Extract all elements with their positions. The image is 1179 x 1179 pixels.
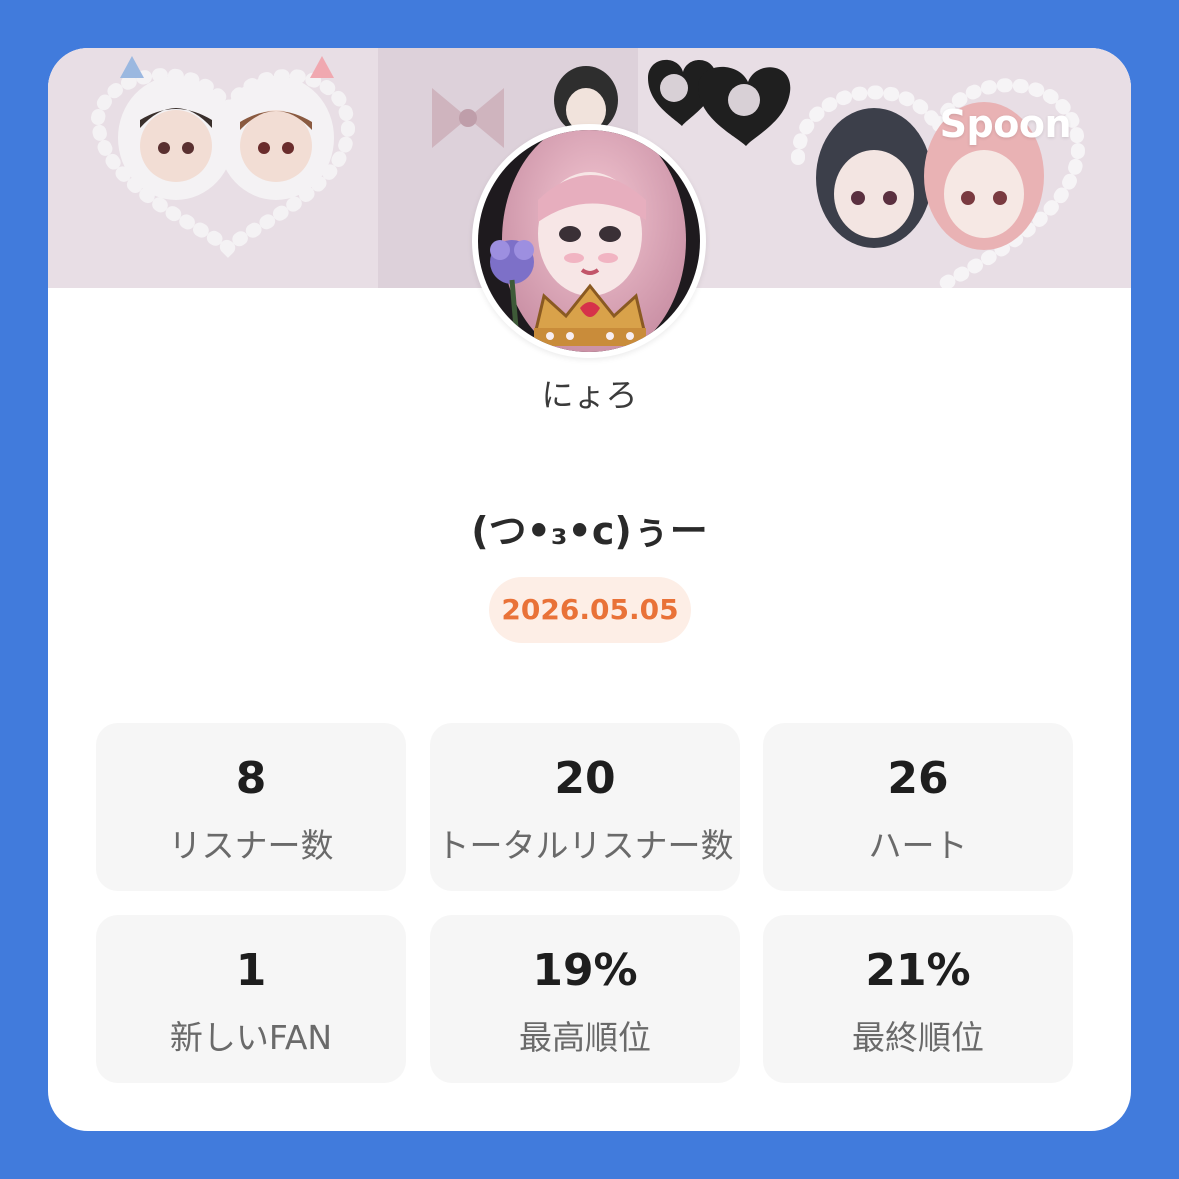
avatar[interactable] (472, 124, 706, 358)
stat-value: 19% (532, 945, 638, 996)
stat-label: 新しいFAN (169, 1018, 333, 1057)
stat-value: 21% (865, 945, 971, 996)
stat-label: リスナー数 (168, 826, 334, 865)
live-summary-card: Spoon にょろ (つ•₃•c)ぅー 2026.05.05 8 リスナー数 2… (48, 48, 1131, 1131)
stat-value: 1 (235, 945, 267, 996)
date-badge: 2026.05.05 (489, 577, 691, 643)
stat-hearts: 26 ハート (763, 723, 1073, 891)
stat-label: 最終順位 (852, 1018, 984, 1057)
live-title: (つ•₃•c)ぅー (471, 509, 708, 553)
avatar-image (478, 130, 700, 352)
username: にょろ (541, 376, 638, 414)
stat-label: ハート (868, 826, 968, 865)
stat-listeners: 8 リスナー数 (96, 723, 406, 891)
stat-label: 最高順位 (519, 1018, 651, 1057)
stat-new-fans: 1 新しいFAN (96, 915, 406, 1083)
stat-value: 20 (554, 753, 616, 804)
spoon-logo: Spoon (939, 102, 1072, 146)
stat-total-listeners: 20 トータルリスナー数 (430, 723, 740, 891)
stat-highest-rank: 19% 最高順位 (430, 915, 740, 1083)
stat-final-rank: 21% 最終順位 (763, 915, 1073, 1083)
stat-value: 26 (887, 753, 949, 804)
stat-value: 8 (235, 753, 267, 804)
stat-label: トータルリスナー数 (436, 826, 734, 865)
